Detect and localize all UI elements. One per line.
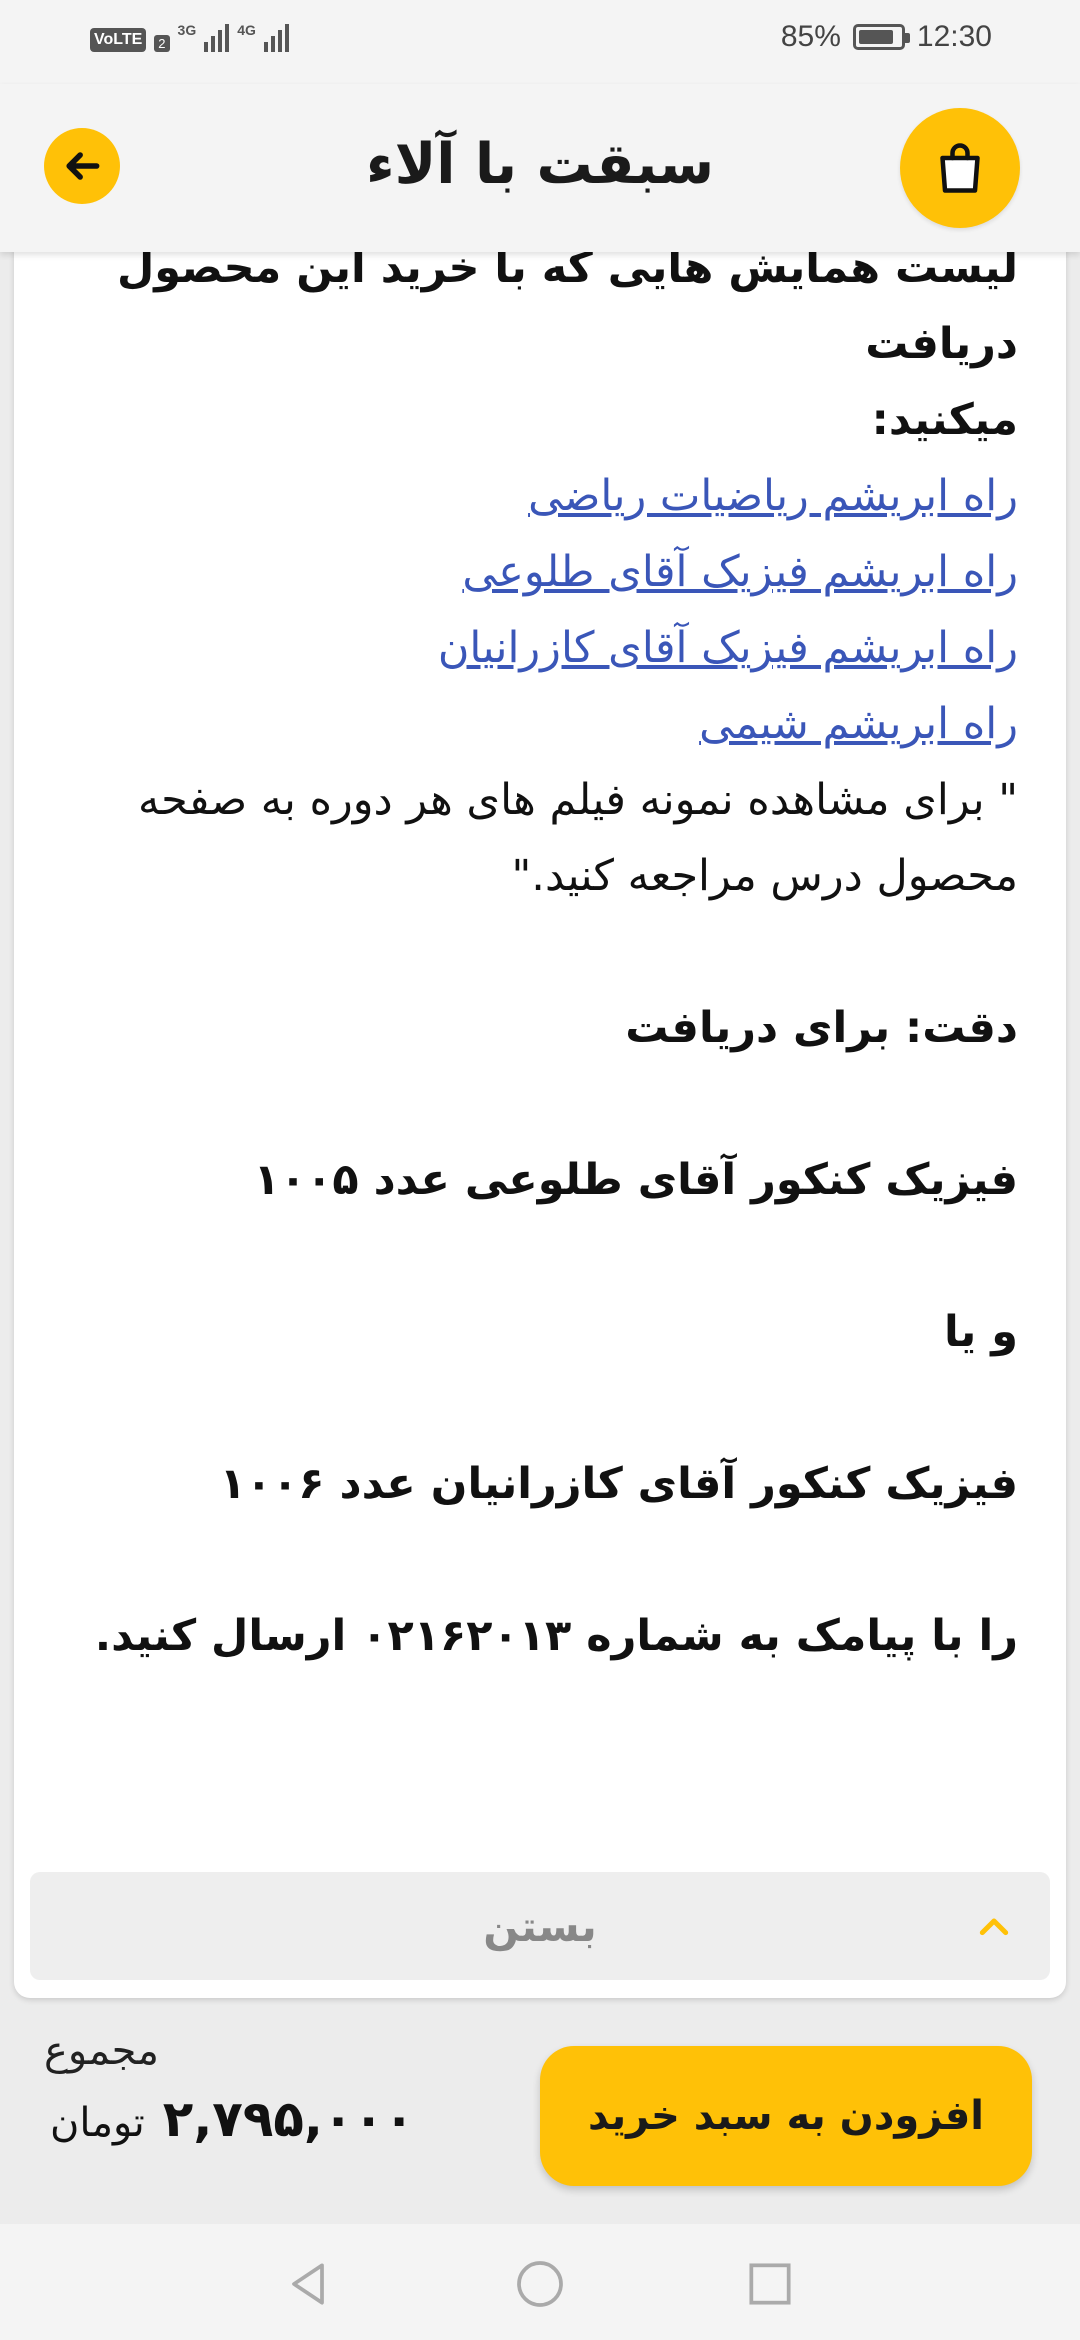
course-link-physics-kazeranian[interactable]: راه ابریشم فیزیک آقای کازرانیان xyxy=(38,610,1018,686)
option-line: فیزیک کنکور آقای کازرانیان عدد ۱۰۰۶ xyxy=(219,1459,1018,1509)
note-line: " برای مشاهده نمونه فیلم های هر دوره به … xyxy=(138,775,1018,825)
description-text: لیست همایش هایی که با خرید این محصول دری… xyxy=(38,230,1018,1674)
or-line: و یا xyxy=(944,1307,1018,1357)
collapse-label: بستن xyxy=(483,1902,597,1951)
battery-icon xyxy=(852,24,910,50)
sim-slot-badge: 2 xyxy=(154,35,170,52)
option-line: فیزیک کنکور آقای طلوعی عدد ۱۰۰۵ xyxy=(253,1155,1018,1205)
collapse-button[interactable]: بستن xyxy=(30,1872,1050,1980)
total-amount: ۲,۷۹۵,۰۰۰ xyxy=(162,2090,415,2148)
sms-line: را با پیامک به شماره ۰۲۱۶۲۰۱۳ ارسال کنید… xyxy=(94,1611,1018,1661)
volte-badge: VoLTE xyxy=(90,28,147,52)
network-type-2: 4G xyxy=(237,22,256,38)
chevron-up-icon xyxy=(979,1918,1009,1936)
total-label: مجموع xyxy=(44,2028,159,2074)
intro-line: میکنید: xyxy=(871,395,1018,445)
status-indicators: VoLTE 2 3G 4G xyxy=(90,22,289,52)
course-link-physics-toloui[interactable]: راه ابریشم فیزیک آقای طلوعی xyxy=(38,534,1018,610)
status-right: 85% 12:30 xyxy=(781,20,992,54)
description-card: لیست همایش هایی که با خرید این محصول دری… xyxy=(14,200,1066,1998)
total-price: ۲,۷۹۵,۰۰۰ تومان xyxy=(50,2090,414,2148)
checkout-footer: مجموع ۲,۷۹۵,۰۰۰ تومان افزودن به سبد خرید xyxy=(0,2010,1080,2224)
system-nav-bar xyxy=(0,2224,1080,2340)
note-line: محصول درس مراجعه کنید." xyxy=(511,851,1018,901)
attention-line: دقت: برای دریافت xyxy=(625,1003,1018,1053)
course-link-math[interactable]: راه ابریشم ریاضیات ریاضی xyxy=(38,458,1018,534)
app-header: سبقت با آلاء xyxy=(0,84,1080,252)
intro-line: لیست همایش هایی که با خرید این محصول دری… xyxy=(116,243,1018,369)
signal-icon xyxy=(263,22,289,52)
clock: 12:30 xyxy=(916,20,992,53)
network-type-1: 3G xyxy=(177,22,197,38)
cart-button[interactable] xyxy=(900,108,1020,228)
status-bar: VoLTE 2 3G 4G 85% 12:30 xyxy=(0,0,1080,84)
nav-home-icon[interactable] xyxy=(512,2256,568,2312)
currency-label: تومان xyxy=(50,2100,145,2146)
battery-percent: 85% xyxy=(780,20,841,53)
signal-icon xyxy=(204,22,230,52)
shopping-bag-icon xyxy=(940,143,980,193)
course-link-chemistry[interactable]: راه ابریشم شیمی xyxy=(38,686,1018,762)
add-to-cart-button[interactable]: افزودن به سبد خرید xyxy=(540,2046,1032,2186)
nav-back-icon[interactable] xyxy=(280,2256,336,2312)
nav-recent-icon[interactable] xyxy=(742,2256,798,2312)
